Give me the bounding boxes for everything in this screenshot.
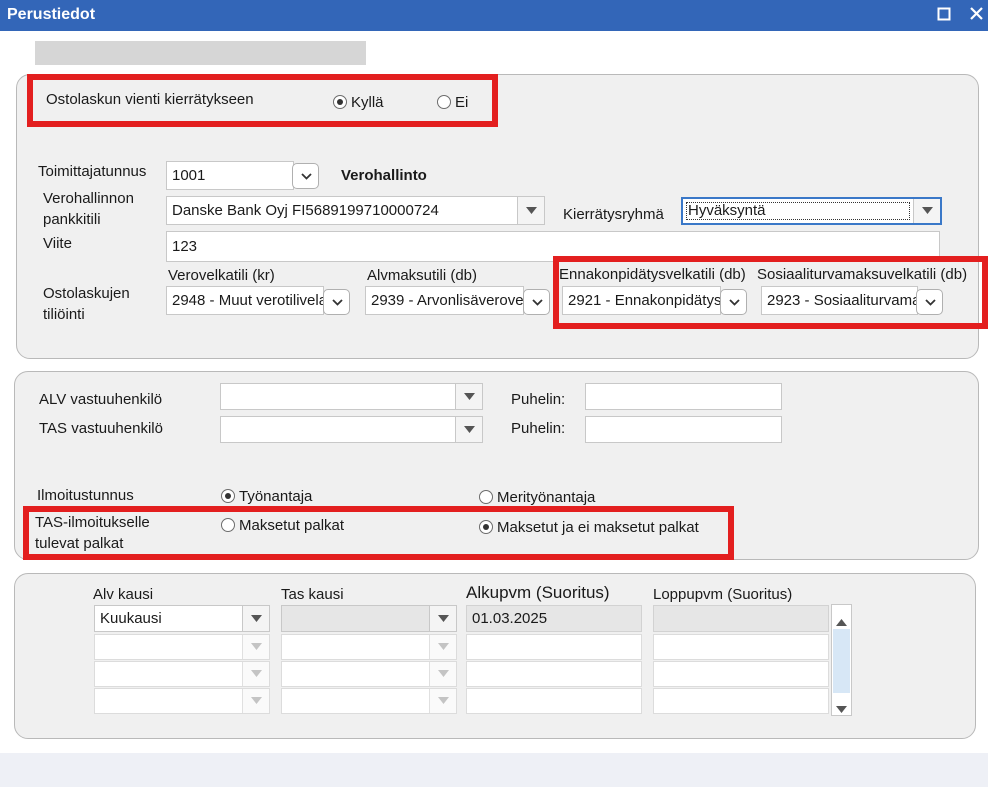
caret-down-icon — [464, 392, 475, 400]
chevron-down-icon — [301, 173, 312, 180]
employer-label: Työnantaja — [239, 488, 313, 505]
reference-label: Viite — [43, 235, 72, 252]
vat-phone-input[interactable] — [585, 383, 782, 410]
recycle-group-value: Hyväksyntä — [688, 202, 766, 219]
table-row — [281, 634, 457, 660]
vat-period-header: Alv kausi — [93, 586, 154, 603]
caret-down-icon — [526, 206, 537, 214]
caret-down-icon — [429, 662, 456, 686]
end-date-cell — [653, 605, 829, 632]
table-row — [94, 634, 270, 660]
notification-id-label: Ilmoitustunnus — [37, 487, 134, 504]
caret-down-icon — [429, 635, 456, 659]
recycle-group-label: Kierrätysryhmä — [563, 206, 664, 223]
supplier-id-label: Toimittajatunnus — [38, 163, 147, 180]
sea-employer-label: Merityönantaja — [497, 489, 596, 506]
end-date-cell — [653, 688, 829, 714]
chevron-down-icon — [332, 299, 343, 306]
vat-responsible-select[interactable] — [220, 383, 483, 410]
supplier-name: Verohallinto — [341, 167, 427, 184]
accounts-label-line2: tiliöinti — [43, 306, 85, 323]
table-row — [94, 688, 270, 714]
bank-account-dropdown-button[interactable] — [517, 197, 544, 224]
scrollbar-track[interactable] — [833, 629, 850, 693]
highlight-box-tas-wages — [23, 506, 734, 560]
table-row — [281, 688, 457, 714]
table-row — [94, 661, 270, 687]
highlight-box-recycle — [27, 74, 498, 127]
vat-responsible-label: ALV vastuuhenkilö — [39, 391, 163, 408]
supplier-id-input[interactable]: 1001 — [166, 161, 294, 190]
caret-down-icon — [242, 635, 269, 659]
caret-down-icon — [242, 662, 269, 686]
end-date-header: Loppupvm (Suoritus) — [653, 586, 793, 603]
vat-period-dropdown-button[interactable] — [242, 606, 269, 631]
caret-down-icon — [242, 689, 269, 713]
vat-responsible-dropdown-button[interactable] — [455, 384, 482, 409]
bank-label-line2: pankkitili — [43, 211, 101, 228]
start-date-cell — [466, 661, 642, 687]
close-icon[interactable] — [966, 6, 986, 26]
scroll-up-icon[interactable] — [836, 613, 847, 630]
tas-responsible-label: TAS vastuuhenkilö — [39, 420, 163, 437]
caret-down-icon — [251, 614, 262, 622]
tas-phone-input[interactable] — [585, 416, 782, 443]
radio-empty-icon — [479, 490, 493, 504]
tas-responsible-select[interactable] — [220, 416, 483, 443]
bank-account-select[interactable]: Danske Bank Oyj FI5689199710000724 — [166, 196, 545, 225]
vat-payment-account-input[interactable]: 2939 - Arvonlisäverovelka — [365, 286, 524, 315]
periods-scrollbar[interactable] — [831, 604, 852, 716]
vat-payment-account-dropdown-button[interactable] — [523, 289, 550, 315]
caret-down-icon — [438, 614, 449, 622]
scroll-down-icon[interactable] — [836, 700, 847, 717]
vat-phone-label: Puhelin: — [511, 391, 566, 408]
bank-label-line1: Verohallinnon — [43, 190, 134, 207]
tax-debt-account-dropdown-button[interactable] — [323, 289, 350, 315]
tas-period-dropdown-button[interactable] — [429, 606, 456, 631]
start-date-cell: 01.03.2025 — [466, 605, 642, 632]
tas-period-select[interactable] — [281, 605, 457, 632]
caret-down-icon — [464, 425, 475, 433]
end-date-cell — [653, 634, 829, 660]
highlight-box-accounts — [553, 256, 988, 329]
bank-account-value: Danske Bank Oyj FI5689199710000724 — [172, 202, 439, 219]
title-bar: Perustiedot — [0, 0, 988, 31]
placeholder-bar — [35, 41, 366, 65]
recycle-group-dropdown-button[interactable] — [913, 199, 940, 223]
radio-selected-icon — [221, 489, 235, 503]
tas-responsible-dropdown-button[interactable] — [455, 417, 482, 442]
maximize-icon[interactable] — [934, 6, 954, 26]
tax-debt-account-input[interactable]: 2948 - Muut verotilivelat — [166, 286, 324, 315]
tas-phone-label: Puhelin: — [511, 420, 566, 437]
caret-down-icon — [922, 207, 933, 214]
vat-payment-account-label: Alvmaksutili (db) — [367, 267, 478, 284]
end-date-cell — [653, 661, 829, 687]
accounts-label-line1: Ostolaskujen — [43, 285, 130, 302]
start-date-cell — [466, 688, 642, 714]
vat-period-select[interactable]: Kuukausi — [94, 605, 270, 632]
recycle-group-select[interactable]: Hyväksyntä — [681, 197, 942, 225]
caret-down-icon — [429, 689, 456, 713]
tax-debt-account-label: Verovelkatili (kr) — [168, 267, 275, 284]
window-title: Perustiedot — [7, 6, 96, 23]
start-date-cell — [466, 634, 642, 660]
supplier-id-dropdown-button[interactable] — [292, 163, 319, 189]
chevron-down-icon — [532, 299, 543, 306]
start-date-header: Alkupvm (Suoritus) — [466, 583, 610, 602]
tas-period-header: Tas kausi — [281, 586, 344, 603]
table-row — [281, 661, 457, 687]
